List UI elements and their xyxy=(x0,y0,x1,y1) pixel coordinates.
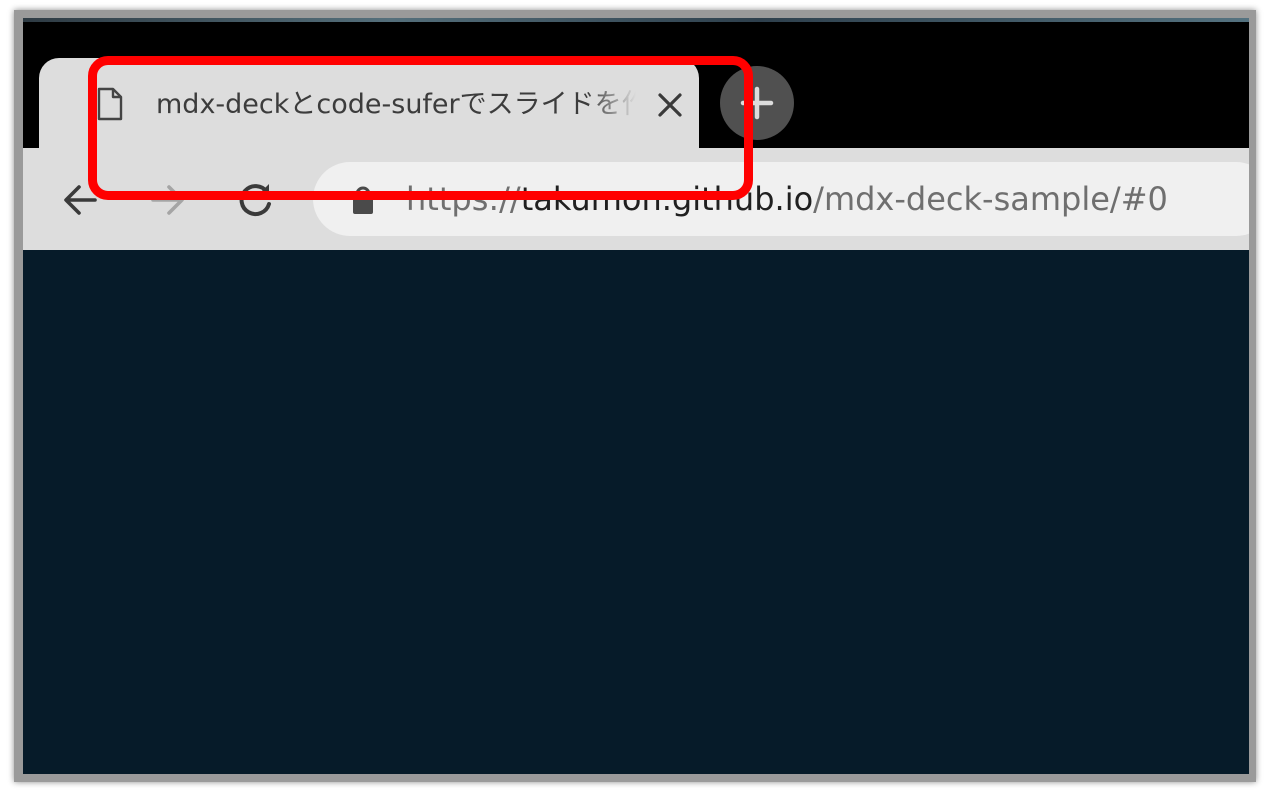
tab-title: mdx-deckとcode-suferでスライドを作 xyxy=(156,89,636,120)
document-icon xyxy=(97,87,123,121)
cropped-top-edge xyxy=(23,18,1249,22)
plus-icon xyxy=(740,86,774,120)
navigation-toolbar: https://takumon.github.io/mdx-deck-sampl… xyxy=(23,148,1249,250)
url-text[interactable]: https://takumon.github.io/mdx-deck-sampl… xyxy=(406,179,1168,219)
url-scheme: https:// xyxy=(406,180,521,218)
reload-icon[interactable] xyxy=(231,176,279,224)
url-host: takumon.github.io xyxy=(520,180,814,218)
page-content[interactable] xyxy=(23,250,1249,774)
browser-window: mdx-deckとcode-suferでスライドを作 https://takum… xyxy=(23,18,1249,774)
address-bar[interactable]: https://takumon.github.io/mdx-deck-sampl… xyxy=(313,162,1249,236)
active-tab[interactable]: mdx-deckとcode-suferでスライドを作 xyxy=(39,58,699,150)
new-tab-button[interactable] xyxy=(720,66,794,140)
tab-strip: mdx-deckとcode-suferでスライドを作 xyxy=(23,18,1249,150)
url-path: /mdx-deck-sample/#0 xyxy=(813,180,1168,218)
arrow-right-icon[interactable] xyxy=(143,176,191,224)
close-icon[interactable] xyxy=(653,88,687,122)
arrow-left-icon[interactable] xyxy=(57,176,105,224)
lock-icon[interactable] xyxy=(351,185,375,215)
